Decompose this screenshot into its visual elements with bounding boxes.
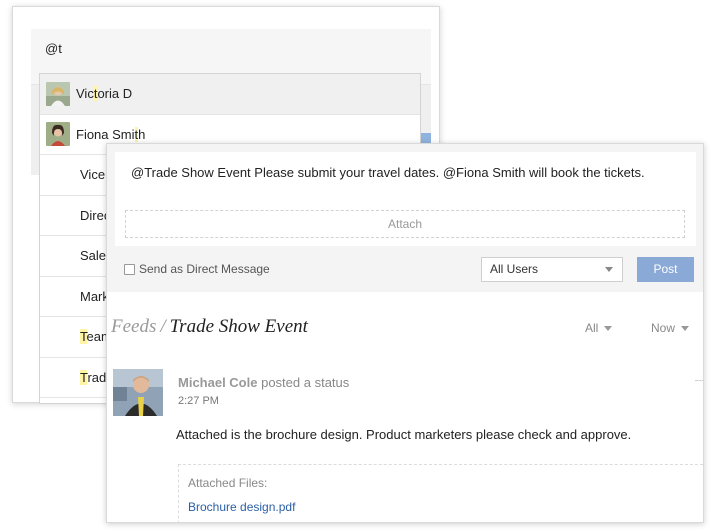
attached-file-link[interactable]: Brochure design.pdf — [188, 500, 295, 514]
page-title: Trade Show Event — [169, 316, 308, 337]
post-author-name[interactable]: Michael Cole — [178, 375, 257, 390]
suggestion-label: Vice — [80, 167, 106, 183]
attached-files: Attached Files: Brochure design.pdf — [178, 464, 703, 522]
message-box[interactable]: @Trade Show Event Please submit your tra… — [115, 152, 696, 246]
breadcrumb-separator: / — [160, 316, 166, 337]
post-body: Attached is the brochure design. Product… — [176, 427, 632, 442]
feed-panel: @Trade Show Event Please submit your tra… — [106, 143, 704, 523]
attached-files-label: Attached Files: — [188, 476, 268, 490]
filter-now-dropdown[interactable]: Now — [651, 321, 690, 335]
breadcrumb-feeds[interactable]: Feeds — [111, 316, 156, 337]
post-composer: @Trade Show Event Please submit your tra… — [107, 144, 703, 292]
direct-message-label: Send as Direct Message — [139, 262, 270, 276]
chevron-down-icon — [681, 325, 690, 331]
suggestion-item[interactable]: Victoria D — [40, 74, 420, 115]
post-header: Michael Cole posted a status — [178, 375, 349, 390]
post-timestamp: 2:27 PM — [178, 395, 219, 407]
avatar[interactable] — [113, 369, 163, 416]
divider — [695, 380, 703, 381]
filter-all-dropdown[interactable]: All — [585, 321, 613, 335]
message-text: @Trade Show Event Please submit your tra… — [131, 165, 645, 180]
chevron-down-icon — [604, 325, 613, 331]
filter-all-label: All — [585, 321, 599, 335]
direct-message-checkbox[interactable] — [124, 263, 135, 275]
post-button[interactable]: Post — [637, 257, 694, 282]
audience-select[interactable]: All Users — [481, 257, 623, 282]
chevron-down-icon — [605, 267, 613, 272]
direct-message-option[interactable]: Send as Direct Message — [124, 262, 270, 276]
fiona-avatar — [46, 122, 70, 147]
audience-value: All Users — [490, 262, 539, 276]
suggestion-label: Fiona Smith — [76, 126, 146, 142]
breadcrumb: Feeds / Trade Show Event — [111, 316, 308, 338]
suggestion-label: Victoria D — [76, 86, 133, 102]
mention-input-text: @t — [45, 41, 62, 56]
post-action: posted a status — [261, 375, 350, 390]
suggestion-label: Mark — [80, 288, 109, 304]
attach-button[interactable]: Attach — [125, 210, 685, 238]
filter-now-label: Now — [651, 321, 676, 335]
victoria-avatar — [46, 81, 70, 106]
